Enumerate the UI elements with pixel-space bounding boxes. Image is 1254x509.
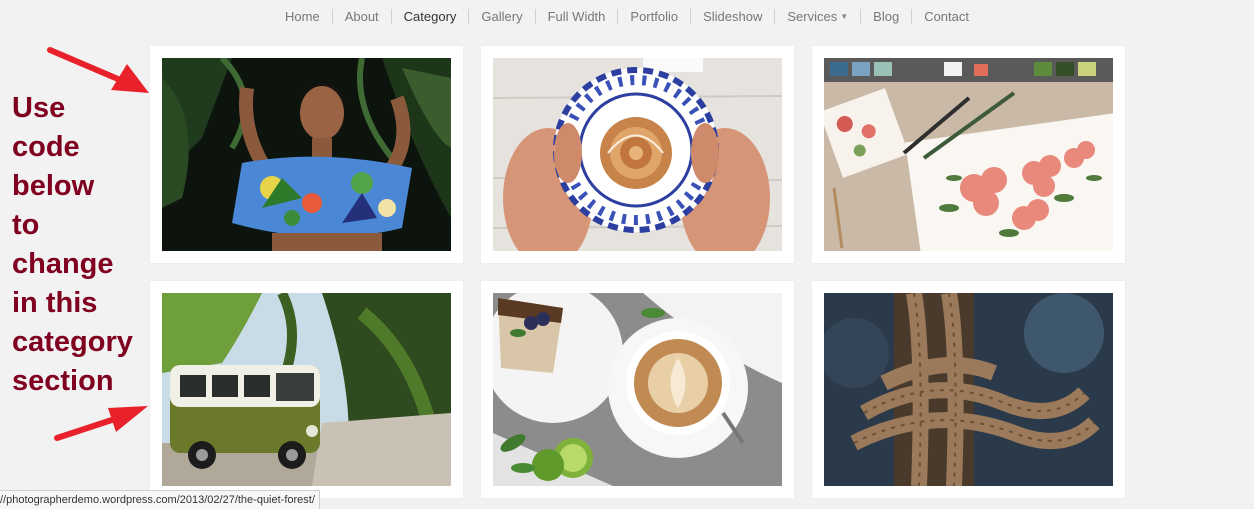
annotation-line: code — [12, 131, 80, 163]
gallery-photo-woman-tropical[interactable] — [162, 58, 451, 251]
nav-gallery[interactable]: Gallery — [468, 8, 534, 24]
nav-contact[interactable]: Contact — [911, 8, 981, 24]
nav-slideshow[interactable]: Slideshow — [690, 8, 774, 24]
gallery-card[interactable] — [812, 46, 1125, 263]
annotation-line: in this — [12, 287, 98, 319]
gallery-photo-coffee-cake[interactable] — [493, 293, 782, 486]
gallery-card[interactable] — [481, 281, 794, 498]
main-navigation: Home About Category Gallery Full Width P… — [0, 0, 1254, 32]
nav-about[interactable]: About — [331, 8, 391, 24]
gallery-card[interactable] — [481, 46, 794, 263]
gallery-card[interactable] — [812, 281, 1125, 498]
gallery-photo-camper-van[interactable] — [162, 293, 451, 486]
browser-status-bar: //photographerdemo.wordpress.com/2013/02… — [0, 490, 320, 509]
annotation-text: Use code below to change in this categor… — [12, 89, 162, 401]
gallery-card[interactable] — [150, 46, 463, 263]
annotation-line: category — [12, 326, 133, 358]
arrow-right-icon — [54, 406, 148, 441]
nav-services[interactable]: Services ▼ — [774, 8, 860, 24]
annotation-line: change — [12, 248, 114, 280]
nav-blog[interactable]: Blog — [860, 8, 911, 24]
gallery-card[interactable] — [150, 281, 463, 498]
nav-category[interactable]: Category — [390, 8, 469, 24]
chevron-down-icon: ▼ — [840, 11, 849, 21]
gallery-photo-ropes[interactable] — [824, 293, 1113, 486]
gallery-photo-rose-pastry[interactable] — [493, 58, 782, 251]
nav-home[interactable]: Home — [273, 9, 332, 24]
gallery-photo-watercolor[interactable] — [824, 58, 1113, 251]
arrow-right-icon — [47, 47, 149, 93]
annotation-line: below — [12, 170, 95, 202]
nav-full-width[interactable]: Full Width — [534, 8, 618, 24]
nav-portfolio[interactable]: Portfolio — [617, 8, 690, 24]
nav-services-label: Services — [787, 8, 838, 24]
annotation-line: to — [12, 209, 40, 241]
annotation-line: section — [12, 365, 114, 397]
